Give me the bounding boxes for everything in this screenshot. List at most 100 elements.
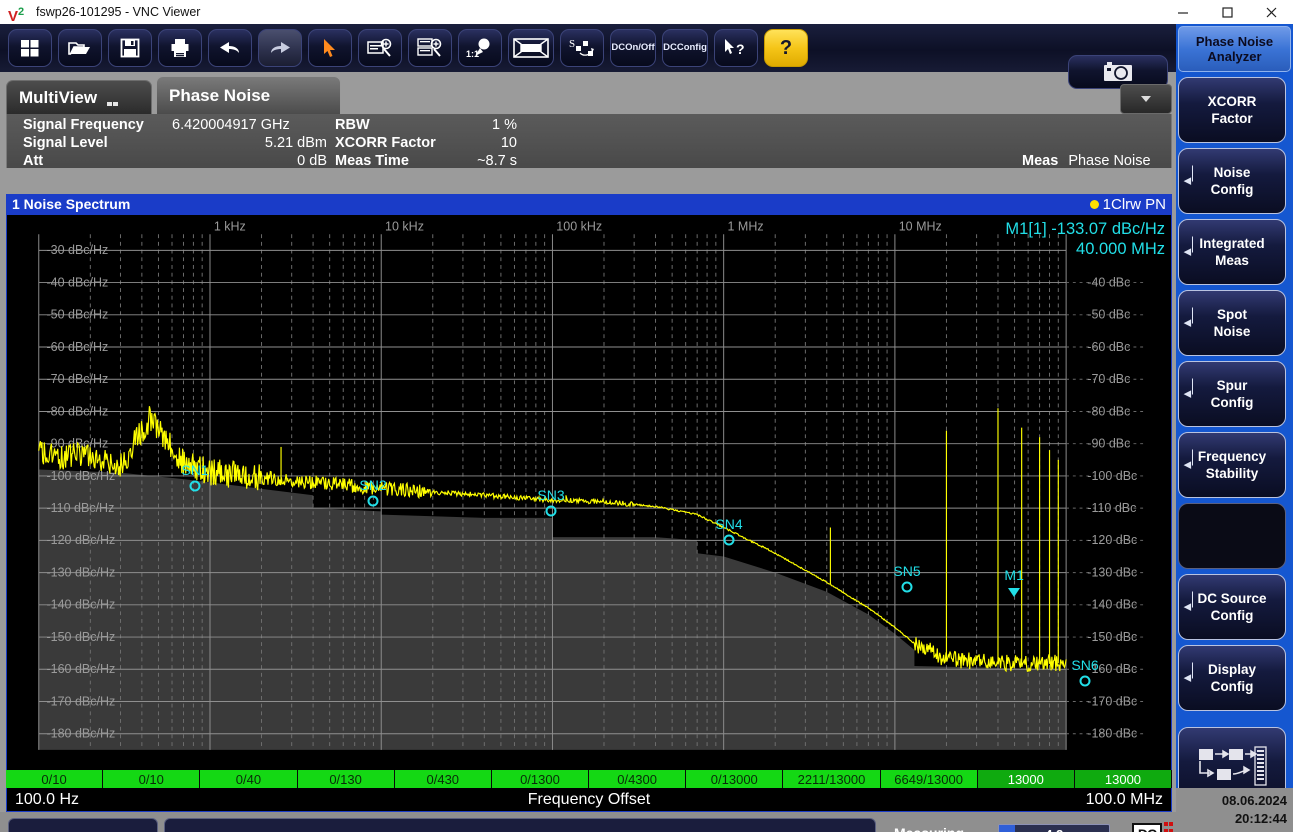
svg-text:-150 dBc/Hz: -150 dBc/Hz — [46, 630, 115, 644]
meas-mode-label: Meas — [1022, 153, 1058, 169]
measurement-info-bar: Signal Frequency 6.420004917 GHz Signal … — [6, 114, 1172, 168]
svg-text:-170 dBc/Hz: -170 dBc/Hz — [46, 694, 115, 708]
submenu-arrow-icon: ◀ — [1184, 599, 1191, 616]
window-controls — [1161, 0, 1293, 24]
marker-readout-line2: 40.000 MHz — [1005, 239, 1165, 259]
select-pointer-button[interactable] — [308, 29, 352, 67]
diagram-title-bar: 1 Noise Spectrum 1Clrw PN — [6, 194, 1172, 214]
softkey-dc-source-config[interactable]: ◀ DC SourceConfig — [1178, 574, 1286, 640]
save-file-button[interactable] — [108, 29, 152, 67]
dc-config-line2: Config — [677, 43, 707, 53]
softkey-frequency-stability[interactable]: ◀FrequencyStability — [1178, 432, 1286, 498]
tab-phase-noise[interactable]: Phase Noise — [156, 76, 341, 114]
svg-text:-50 dBc/Hz: -50 dBc/Hz — [46, 308, 108, 322]
dc-on-off-line1: DC — [611, 43, 625, 53]
overview-diagram-icon — [1197, 746, 1267, 788]
full-screen-button[interactable] — [508, 29, 554, 67]
att-label: Att — [23, 153, 43, 169]
xcorr-segment: 0/10 — [103, 770, 200, 788]
svg-text:-180 dBc/Hz: -180 dBc/Hz — [46, 727, 115, 741]
submenu-arrow-icon: ◀ — [1184, 386, 1191, 403]
softkey-label: SpurConfig — [1211, 377, 1254, 411]
svg-text:-90 dBc: -90 dBc — [1087, 437, 1130, 451]
zoom-select-button[interactable] — [358, 29, 402, 67]
noise-spectrum-diagram[interactable]: -30 dBc/Hz-40 dBc/Hz-50 dBc/Hz-60 dBc/Hz… — [6, 214, 1172, 794]
dc-on-off-button[interactable]: DC On/Off — [610, 29, 656, 67]
meas-time-label: Meas Time — [335, 153, 409, 169]
svg-text:10 MHz: 10 MHz — [899, 219, 942, 233]
open-file-button[interactable] — [58, 29, 102, 67]
softkey-label: FrequencyStability — [1198, 448, 1266, 482]
svg-text:-100 dBc: -100 dBc — [1087, 469, 1137, 483]
softkey-xcorr-factor[interactable]: XCORRFactor — [1178, 77, 1286, 143]
meas-time-value: ~8.7 s — [477, 153, 517, 169]
softkey-label: DC SourceConfig — [1197, 590, 1266, 624]
tab-phase-noise-label: Phase Noise — [169, 86, 270, 106]
trace-legend: 1Clrw PN — [1103, 196, 1166, 213]
svg-text:-70 dBc/Hz: -70 dBc/Hz — [46, 372, 108, 386]
tab-multiview[interactable]: MultiView — [6, 80, 152, 114]
clock-date: 08.06.2024 — [1222, 792, 1287, 810]
x-axis-title: Frequency Offset — [7, 791, 1171, 809]
undo-button[interactable] — [208, 29, 252, 67]
close-icon[interactable] — [1249, 0, 1293, 24]
zoom-one-to-one-button[interactable]: 1:1 — [458, 29, 502, 67]
xcorr-segment: 0/1300 — [492, 770, 589, 788]
softkey-panel: Phase Noise Analyzer XCORRFactor ◀ NoiseCo… — [1176, 24, 1293, 832]
svg-text:1:1: 1:1 — [466, 49, 479, 59]
softkey-label: NoiseConfig — [1211, 164, 1254, 198]
svg-text:-60 dBc: -60 dBc — [1087, 340, 1130, 354]
xcorr-segment: 13000 — [978, 770, 1075, 788]
clock-time: 20:12:44 — [1235, 810, 1287, 828]
softkey-spur-config[interactable]: ◀ SpurConfig — [1178, 361, 1286, 427]
help-button[interactable]: ? — [764, 29, 808, 67]
xcorr-factor-value: 10 — [501, 135, 517, 151]
multi-zoom-button[interactable] — [408, 29, 452, 67]
status-message-box-main[interactable] — [164, 818, 876, 832]
marker-readout: M1[1] -133.07 dBc/Hz 40.000 MHz — [1005, 219, 1165, 259]
signal-frequency-value: 6.420004917 GHz — [172, 117, 290, 133]
status-bar: Measuring ~ 4.2 s DC — [0, 812, 1176, 832]
svg-text:-80 dBc/Hz: -80 dBc/Hz — [46, 404, 108, 418]
softkey-title-line2: Analyzer — [1207, 49, 1261, 64]
main-toolbar: 1:1 S DC On/Off DC Config ? ? — [0, 24, 1176, 72]
svg-text:-60 dBc/Hz: -60 dBc/Hz — [46, 340, 108, 354]
channel-tab-strip: MultiView Phase Noise — [6, 76, 1172, 114]
softkey-display-config[interactable]: ◀ DisplayConfig — [1178, 645, 1286, 711]
softkey-panel-title: Phase Noise Analyzer — [1178, 26, 1291, 72]
windows-start-button[interactable] — [8, 29, 52, 67]
svg-text:-140 dBc: -140 dBc — [1087, 598, 1137, 612]
xcorr-segment: 0/4300 — [589, 770, 686, 788]
progress-fill — [999, 825, 1015, 832]
maximize-icon[interactable] — [1205, 0, 1249, 24]
tab-dropdown-button[interactable] — [1120, 84, 1172, 114]
marker-readout-line1: M1[1] -133.07 dBc/Hz — [1005, 219, 1165, 239]
diagram-title: 1 Noise Spectrum — [12, 196, 130, 212]
trace-state-dot-icon — [1090, 200, 1099, 209]
dc-on-off-line2: On/Off — [625, 43, 655, 53]
submenu-arrow-icon: ◀ — [1184, 670, 1191, 687]
submenu-arrow-icon: ◀ — [1184, 173, 1191, 190]
help-glyph: ? — [780, 37, 792, 60]
rbw-label: RBW — [335, 117, 370, 133]
xcorr-segment: 0/430 — [395, 770, 492, 788]
phase-noise-plot[interactable]: -30 dBc/Hz-40 dBc/Hz-50 dBc/Hz-60 dBc/Hz… — [7, 215, 1171, 771]
svg-text:-30 dBc/Hz: -30 dBc/Hz — [46, 243, 108, 257]
tab-multiview-label: MultiView — [19, 88, 97, 108]
minimize-icon[interactable] — [1161, 0, 1205, 24]
dc-config-button[interactable]: DC Config — [662, 29, 708, 67]
softkey-integrated-meas[interactable]: ◀IntegratedMeas — [1178, 219, 1286, 285]
context-help-button[interactable]: ? — [714, 29, 758, 67]
status-message-box-left[interactable] — [8, 818, 158, 832]
submenu-arrow-icon: ◀ — [1184, 244, 1191, 261]
softkey-noise-config[interactable]: ◀ NoiseConfig — [1178, 148, 1286, 214]
sequencer-button[interactable]: S — [560, 29, 604, 67]
multiview-grid-icon — [107, 92, 121, 103]
softkey-spot-noise[interactable]: ◀SpotNoise — [1178, 290, 1286, 356]
signal-frequency-label: Signal Frequency — [23, 117, 144, 133]
clock-display: 08.06.2024 20:12:44 — [1176, 788, 1293, 832]
redo-button[interactable] — [258, 29, 302, 67]
print-button[interactable] — [158, 29, 202, 67]
screen-root: R&S Confidential - Maximum Restrictions … — [0, 0, 1293, 832]
softkey-label: DisplayConfig — [1208, 661, 1256, 695]
